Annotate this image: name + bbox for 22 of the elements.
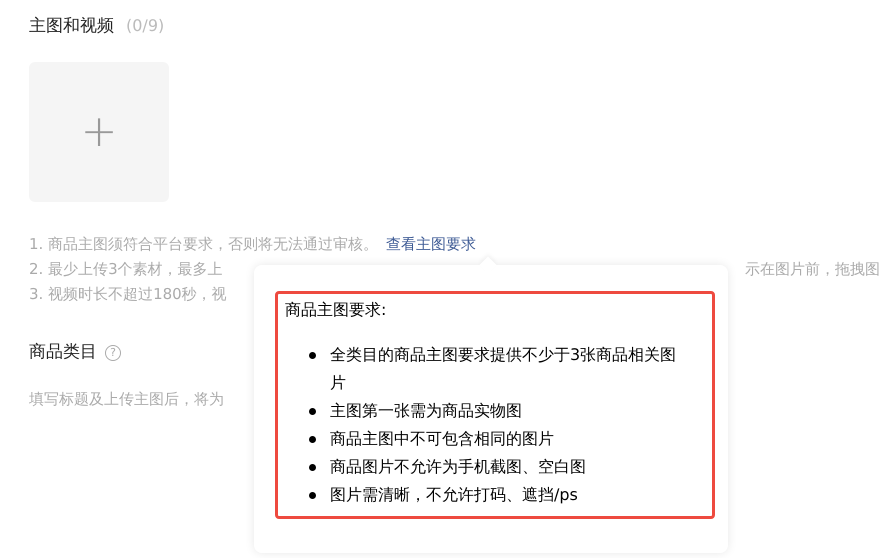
section-title: 主图和视频 [29,15,114,38]
note-text: 3. 视频时长不超过180秒，视 [29,284,227,305]
category-hint: 填写标题及上传主图后，将为 [29,388,224,410]
bullet-icon [309,436,316,443]
requirement-item: 商品图片不允许为手机截图、空白图 [330,456,587,478]
requirement-item: 商品主图中不可包含相同的图片 [330,428,555,450]
section-title: 商品类目 [29,341,97,364]
bullet-icon [309,352,316,359]
requirements-link[interactable]: 查看主图要求 [386,232,476,257]
bullet-icon [309,464,316,471]
note-text: 2. 最少上传3个素材，最多上 [29,259,223,280]
note-text: 1. 商品主图须符合平台要求，否则将无法通过审核。 [29,234,378,255]
help-icon[interactable]: ? [105,344,121,361]
popover-title: 商品主图要求: [285,299,388,321]
media-count: (0/9) [126,15,164,37]
upload-button[interactable]: + [29,62,169,202]
requirement-item: 图片需清晰，不允许打码、遮挡/ps [330,484,579,506]
bullet-icon [309,408,316,415]
requirement-item: 主图第一张需为商品实物图 [330,400,523,422]
note-text: 示在图片前，拖拽图 [745,259,880,280]
bullet-icon [309,492,316,499]
requirement-item: 全类目的商品主图要求提供不少于3张商品相关图片 [330,344,678,394]
